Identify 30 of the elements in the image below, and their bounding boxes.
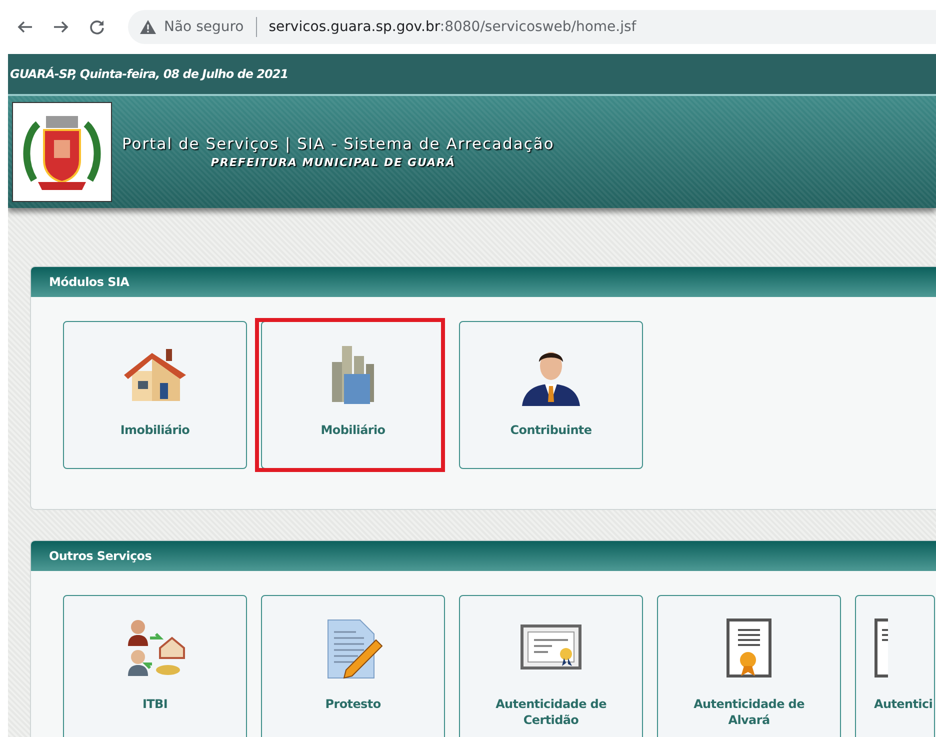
tile-label: Autenticidade de Alvará — [692, 696, 806, 728]
tile-label: Autenticidade de Certidão — [494, 696, 608, 728]
reload-icon — [89, 19, 105, 35]
service-tile[interactable]: Imobiliário — [63, 321, 247, 469]
document-icon — [874, 618, 888, 680]
forward-arrow-icon — [53, 19, 69, 35]
url-text: servicos.guara.sp.gov.br:8080/servicosweb/home.jsf — [268, 19, 636, 35]
service-tile[interactable]: Autenticidade de Certidão — [459, 595, 643, 737]
address-bar[interactable]: Não seguro servicos.guara.sp.gov.br:8080/servicosweb/home.jsf — [128, 10, 936, 44]
tile-label: Mobiliário — [320, 422, 386, 438]
house-icon — [122, 347, 188, 403]
security-label: Não seguro — [164, 19, 244, 35]
service-tile[interactable]: ITBI — [63, 595, 247, 737]
tile-label: ITBI — [141, 696, 169, 712]
tile-label: Contribuinte — [509, 422, 593, 438]
service-tile[interactable]: Protesto — [261, 595, 445, 737]
portal-subtitle: PREFEITURA MUNICIPAL DE GUARÁ — [210, 156, 456, 169]
date-bar: GUARÁ-SP, Quinta-feira, 08 de Julho de 2021 — [8, 54, 936, 96]
section-header: Outros Serviços — [31, 541, 936, 571]
tile-label: Protesto — [324, 696, 382, 712]
service-tile[interactable]: Contribuinte — [459, 321, 643, 469]
section-header: Módulos SIA — [31, 267, 936, 297]
tile-label: Imobiliário — [119, 422, 191, 438]
service-tile[interactable]: Autentici — [855, 595, 935, 737]
tile-label: Autentici — [874, 696, 933, 712]
warning-icon — [140, 20, 156, 34]
service-tile[interactable]: Autenticidade de Alvará — [657, 595, 841, 737]
portal-title: Portal de Serviços | SIA - Sistema de Arrecadação — [122, 135, 554, 153]
back-arrow-icon — [17, 19, 33, 35]
award-document-icon — [726, 618, 772, 680]
